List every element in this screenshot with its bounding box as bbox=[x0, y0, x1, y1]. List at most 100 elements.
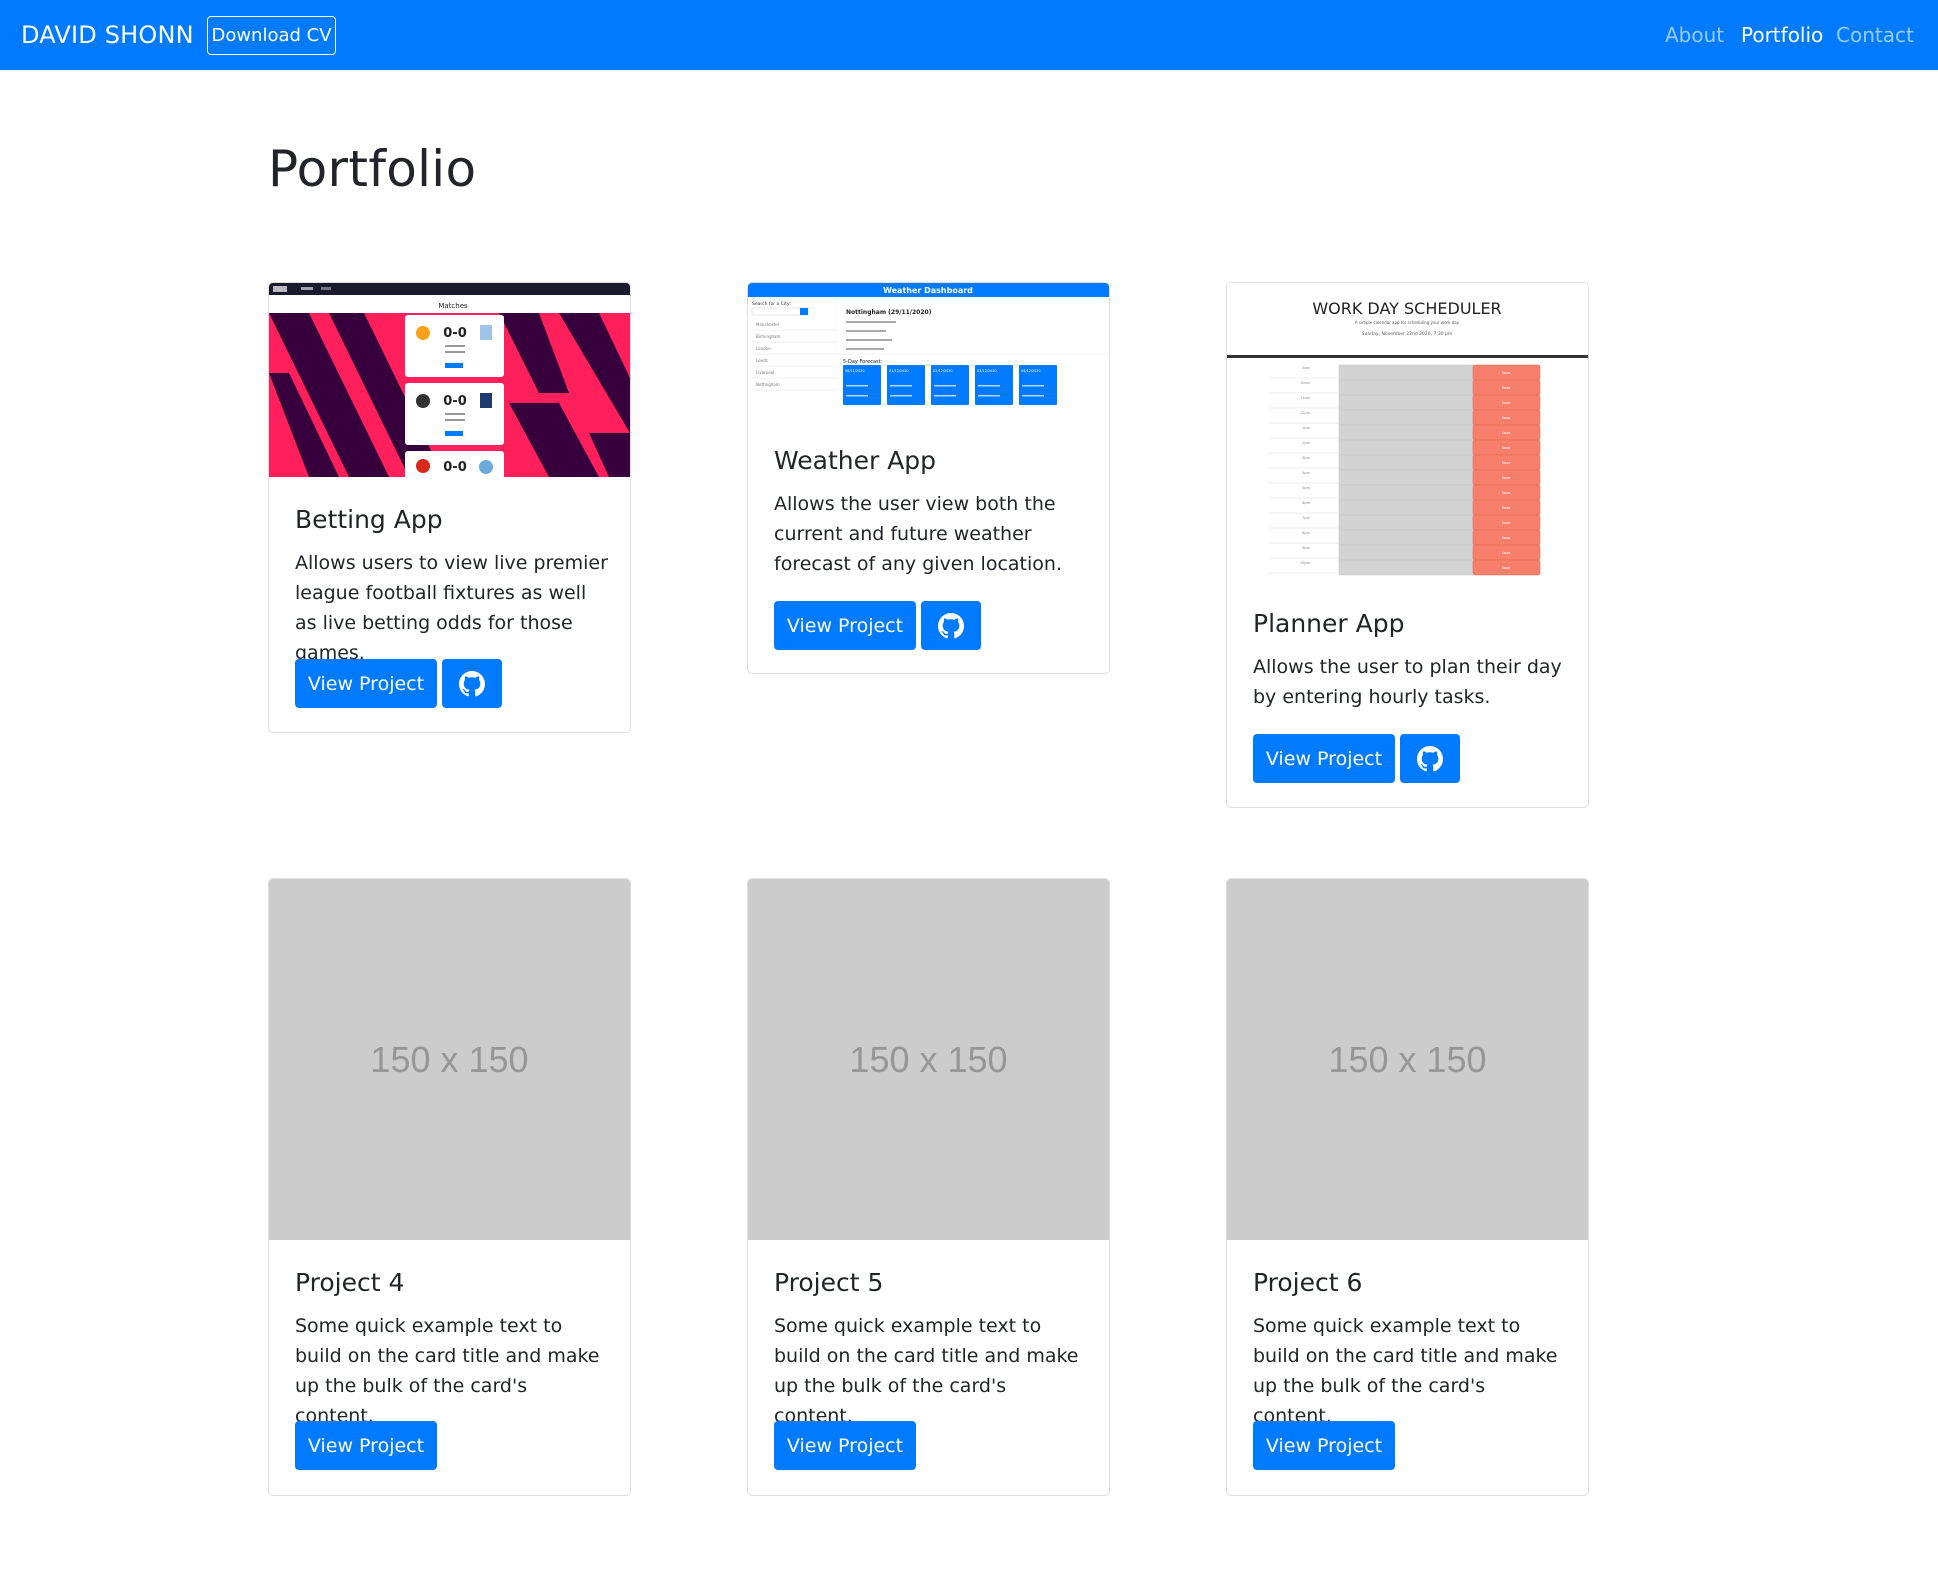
preview-score: 0-0 bbox=[443, 460, 467, 475]
preview-hour-row bbox=[1338, 514, 1474, 531]
preview-city: Leeds bbox=[756, 358, 768, 363]
github-button[interactable] bbox=[1400, 734, 1460, 783]
betting-app-screenshot: Matches 0-0 0-0 0-0 bbox=[269, 283, 630, 477]
preview-hour-label: 4pm bbox=[1302, 471, 1310, 475]
preview-scheduler-date: Sunday, November 22nd 2020, 7:30 pm bbox=[1362, 331, 1453, 337]
preview-scheduler-subtitle: A simple calendar app for scheduling you… bbox=[1355, 320, 1460, 325]
preview-hour-label: 9pm bbox=[1302, 546, 1310, 550]
preview-save-label: Save bbox=[1502, 506, 1511, 510]
preview-hour-label: 10pm bbox=[1300, 561, 1311, 565]
project-card-weather: Weather Dashboard Search for a City: Man… bbox=[747, 282, 1110, 674]
preview-city: Liverpool bbox=[756, 370, 774, 375]
view-project-button[interactable]: View Project bbox=[774, 601, 916, 650]
project-card-5: 150 x 150 Project 5 Some quick example t… bbox=[747, 878, 1110, 1496]
preview-city: Birmingham bbox=[756, 334, 780, 339]
view-project-button[interactable]: View Project bbox=[1253, 734, 1395, 783]
preview-forecast-day: 04/12/2020 bbox=[1021, 369, 1041, 373]
preview-forecast-day: 03/12/2020 bbox=[977, 369, 997, 373]
preview-city-line: Nottingham (29/11/2020) bbox=[846, 309, 932, 316]
project-card-6: 150 x 150 Project 6 Some quick example t… bbox=[1226, 878, 1589, 1496]
preview-scheduler-title: WORK DAY SCHEDULER bbox=[1312, 299, 1501, 318]
nav-about[interactable]: About bbox=[1665, 23, 1724, 47]
card-title: Project 5 bbox=[774, 1268, 884, 1297]
placeholder-image: 150 x 150 bbox=[269, 879, 630, 1240]
preview-hour-row bbox=[1338, 394, 1474, 411]
card-title: Weather App bbox=[774, 446, 937, 475]
preview-hour-row bbox=[1338, 424, 1474, 441]
card-text: Some quick example text to build on the … bbox=[295, 1315, 600, 1427]
preview-hour-label: 6pm bbox=[1302, 501, 1310, 505]
preview-hour-row bbox=[1338, 469, 1474, 486]
preview-score: 0-0 bbox=[443, 326, 467, 341]
preview-save-label: Save bbox=[1502, 416, 1511, 420]
view-project-button[interactable]: View Project bbox=[295, 1421, 437, 1470]
navbar: DAVID SHONN Download CV About Portfolio … bbox=[0, 0, 1938, 70]
preview-forecast-day: 02/12/2020 bbox=[933, 369, 953, 373]
preview-hour-label: 5pm bbox=[1302, 486, 1310, 490]
preview-hour-label: 12pm bbox=[1300, 411, 1311, 415]
preview-search-label: Search for a City: bbox=[752, 301, 791, 307]
card-title: Planner App bbox=[1253, 609, 1405, 638]
preview-hour-row bbox=[1338, 559, 1474, 576]
project-card-4: 150 x 150 Project 4 Some quick example t… bbox=[268, 878, 631, 1496]
preview-hour-row bbox=[1338, 454, 1474, 471]
preview-save-label: Save bbox=[1502, 551, 1511, 555]
project-card-betting: Matches 0-0 0-0 0-0 Betting App Allows u… bbox=[268, 282, 631, 733]
preview-hour-label: 3pm bbox=[1302, 456, 1310, 460]
planner-app-screenshot: WORK DAY SCHEDULER A simple calendar app… bbox=[1227, 283, 1588, 579]
preview-hour-row bbox=[1338, 529, 1474, 546]
card-text: Some quick example text to build on the … bbox=[774, 1315, 1079, 1427]
preview-hour-row bbox=[1338, 364, 1474, 381]
preview-city: Manchester bbox=[756, 322, 780, 327]
preview-score: 0-0 bbox=[443, 394, 467, 409]
weather-app-screenshot: Weather Dashboard Search for a City: Man… bbox=[748, 283, 1109, 407]
card-text: Allows the user view both the current an… bbox=[774, 493, 1062, 575]
preview-save-label: Save bbox=[1502, 446, 1511, 450]
nav-portfolio[interactable]: Portfolio bbox=[1741, 23, 1823, 47]
card-text: Allows the user to plan their day by ent… bbox=[1253, 656, 1562, 708]
preview-save-label: Save bbox=[1502, 461, 1511, 465]
preview-city: London bbox=[756, 346, 771, 351]
card-title: Project 4 bbox=[295, 1268, 405, 1297]
download-cv-button[interactable]: Download CV bbox=[207, 16, 336, 55]
preview-hour-label: 8pm bbox=[1302, 531, 1310, 535]
preview-hour-row bbox=[1338, 544, 1474, 561]
page-title: Portfolio bbox=[268, 140, 477, 198]
github-icon bbox=[1417, 745, 1443, 771]
github-button[interactable] bbox=[442, 659, 502, 708]
view-project-button[interactable]: View Project bbox=[1253, 1421, 1395, 1470]
preview-save-label: Save bbox=[1502, 536, 1511, 540]
preview-hour-label: 9am bbox=[1302, 366, 1310, 370]
card-title: Betting App bbox=[295, 505, 443, 534]
preview-hour-row bbox=[1338, 409, 1474, 426]
github-icon bbox=[938, 612, 964, 638]
card-text: Allows users to view live premier league… bbox=[295, 552, 608, 664]
preview-matches-heading: Matches bbox=[438, 302, 468, 310]
preview-hour-row bbox=[1338, 484, 1474, 501]
preview-hour-row bbox=[1338, 499, 1474, 516]
preview-hour-label: 7pm bbox=[1302, 516, 1310, 520]
preview-forecast-label: 5-Day Forecast: bbox=[843, 359, 883, 365]
github-button[interactable] bbox=[921, 601, 981, 650]
preview-hour-label: 10am bbox=[1300, 381, 1311, 385]
preview-save-label: Save bbox=[1502, 401, 1511, 405]
card-text: Some quick example text to build on the … bbox=[1253, 1315, 1558, 1427]
preview-header: Weather Dashboard bbox=[883, 286, 973, 295]
preview-city: Nottingham bbox=[756, 382, 780, 387]
preview-save-label: Save bbox=[1502, 386, 1511, 390]
brand-name[interactable]: DAVID SHONN bbox=[21, 21, 194, 49]
view-project-button[interactable]: View Project bbox=[774, 1421, 916, 1470]
preview-forecast-day: 30/11/2020 bbox=[845, 369, 865, 373]
preview-save-label: Save bbox=[1502, 476, 1511, 480]
preview-hour-row bbox=[1338, 379, 1474, 396]
github-icon bbox=[459, 670, 485, 696]
card-title: Project 6 bbox=[1253, 1268, 1363, 1297]
preview-save-label: Save bbox=[1502, 431, 1511, 435]
preview-hour-label: 1pm bbox=[1302, 426, 1310, 430]
placeholder-image: 150 x 150 bbox=[748, 879, 1109, 1240]
preview-hour-label: 11am bbox=[1300, 396, 1311, 400]
preview-save-label: Save bbox=[1502, 371, 1511, 375]
nav-contact[interactable]: Contact bbox=[1836, 23, 1914, 47]
preview-hour-label: 2pm bbox=[1302, 441, 1310, 445]
view-project-button[interactable]: View Project bbox=[295, 659, 437, 708]
